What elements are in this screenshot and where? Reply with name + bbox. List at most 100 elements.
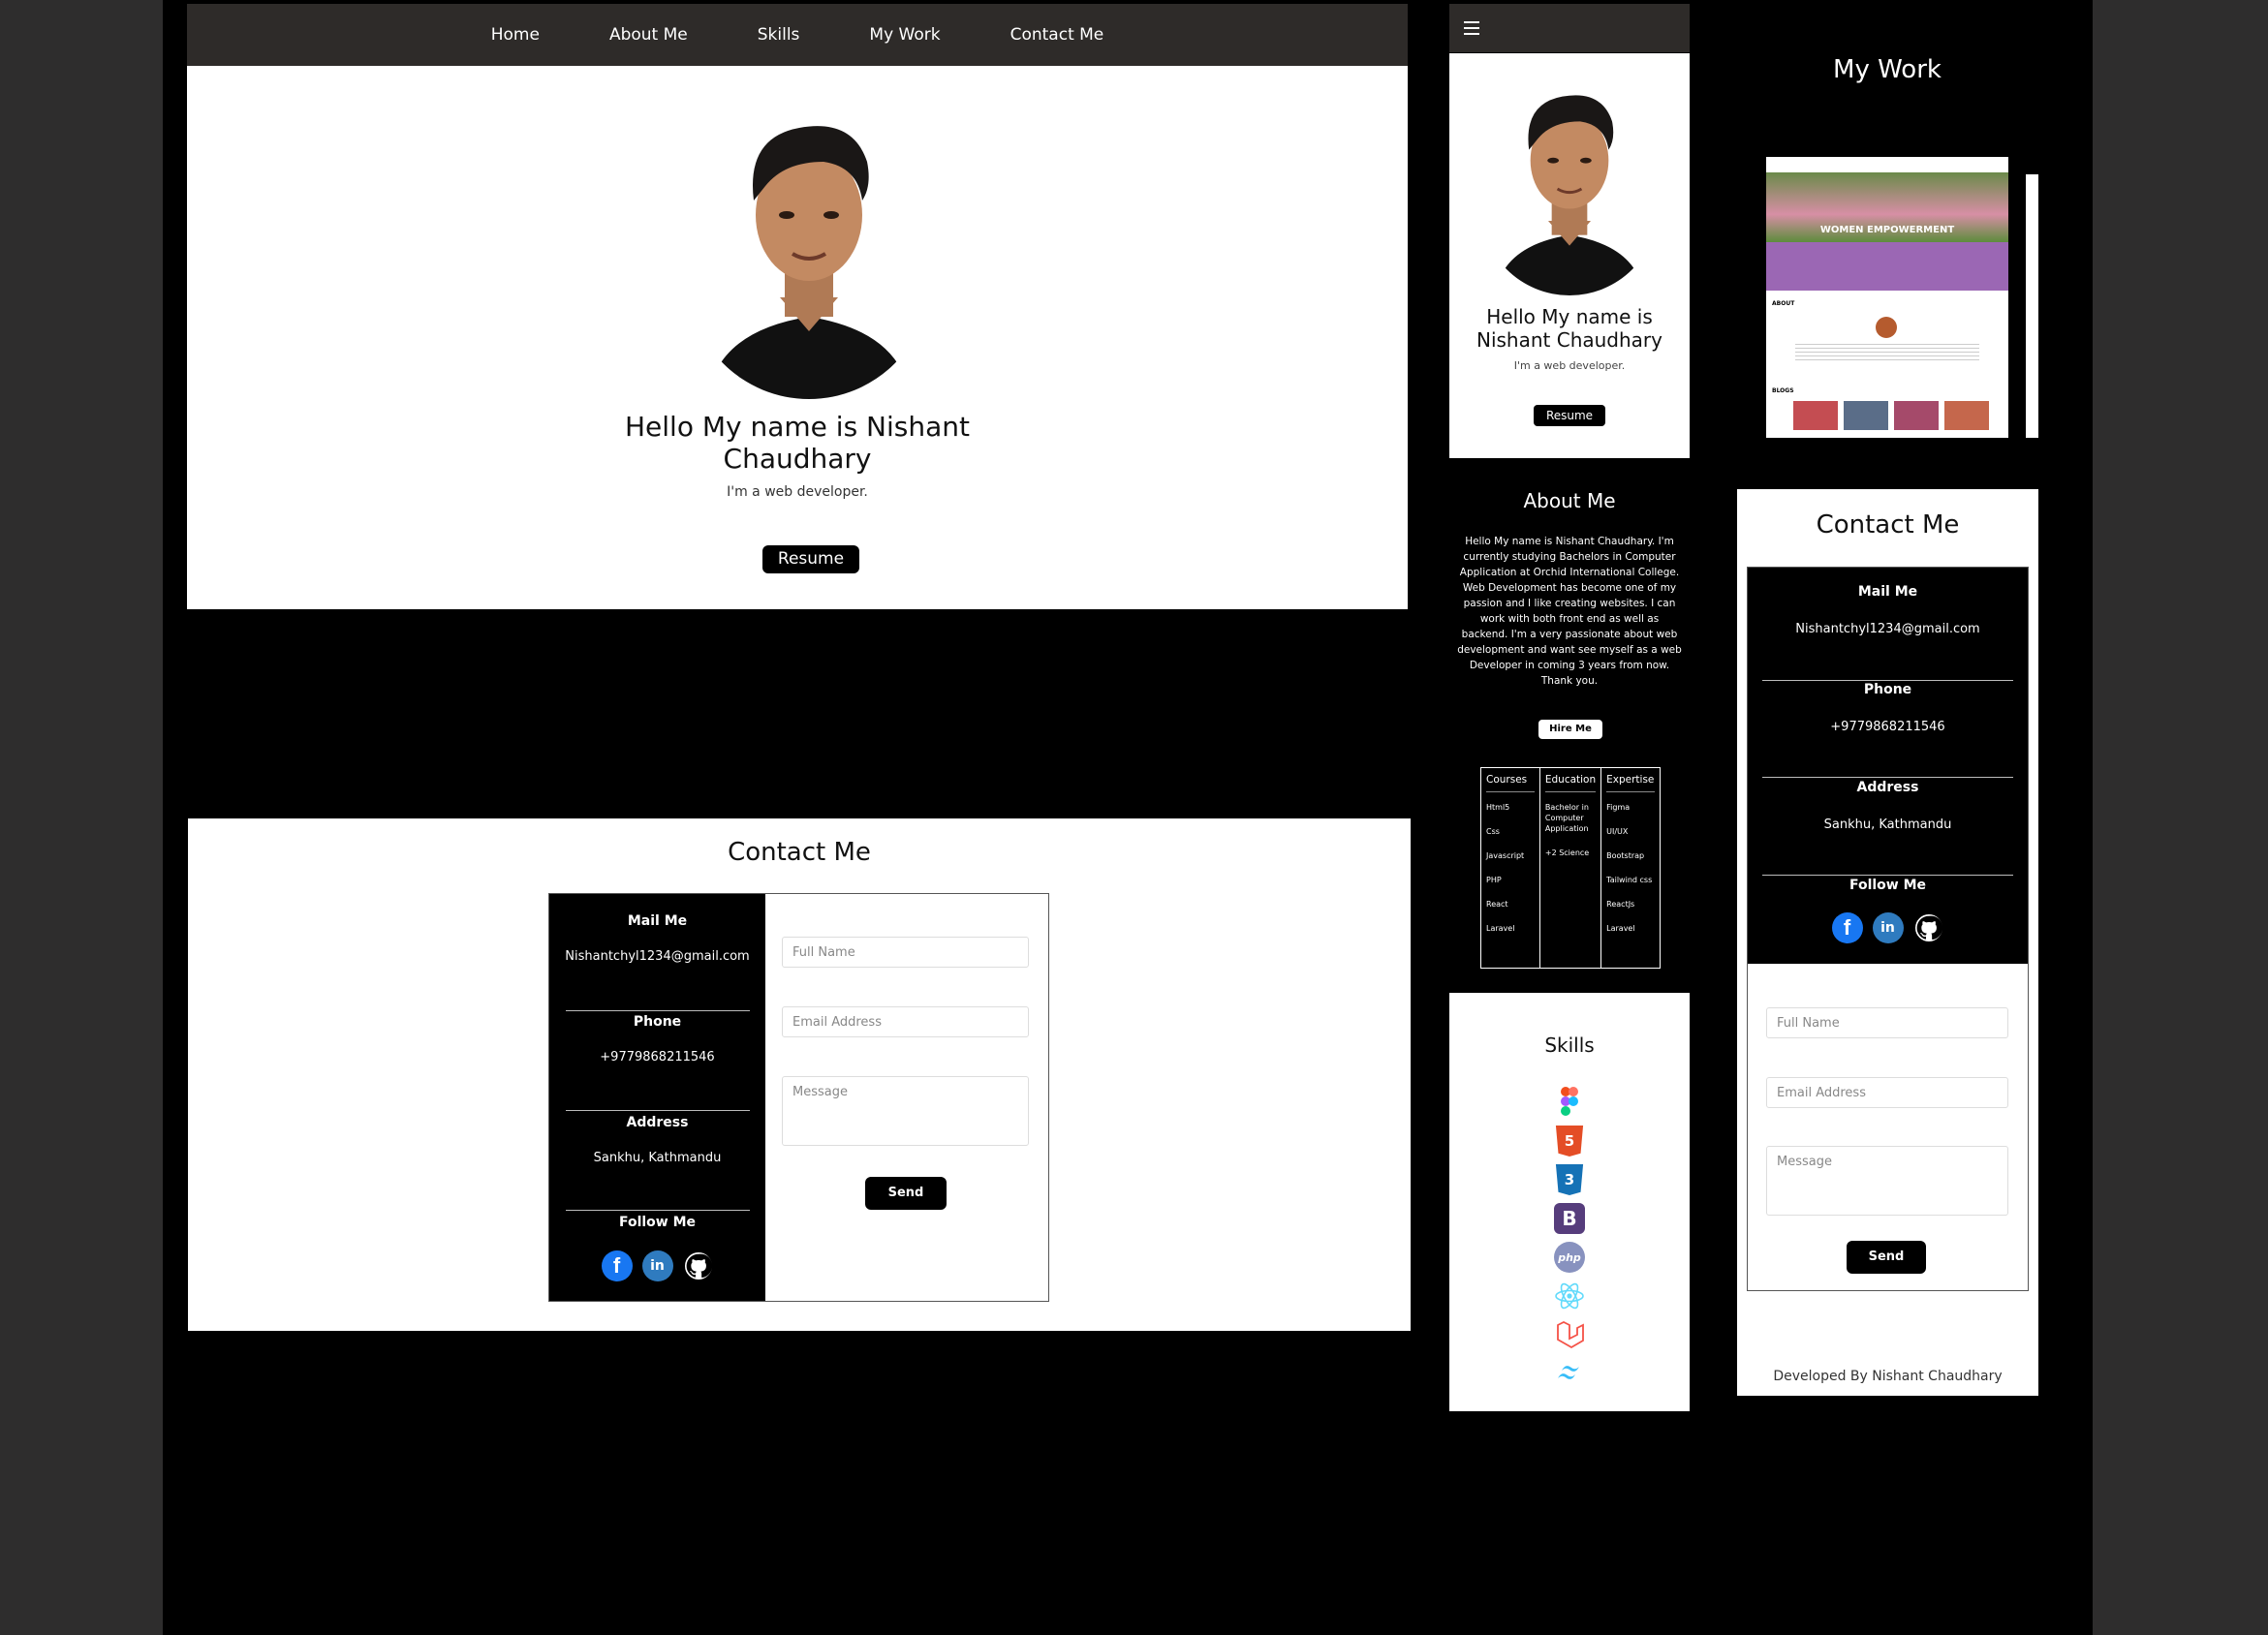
social-links: f in xyxy=(1748,912,2028,943)
hero-role: I'm a web developer. xyxy=(1513,359,1626,372)
mail-heading: Mail Me xyxy=(1857,584,1918,600)
preview-blogs-label: BLOGS xyxy=(1772,387,1794,394)
preview-blog-image xyxy=(1894,401,1939,430)
profile-photo xyxy=(688,126,930,399)
laravel-icon xyxy=(1557,1320,1584,1349)
nav-about[interactable]: About Me xyxy=(575,25,723,45)
divider xyxy=(566,1010,750,1011)
github-icon[interactable] xyxy=(682,1250,714,1281)
facebook-icon[interactable]: f xyxy=(1831,912,1863,943)
full-name-input[interactable]: Full Name xyxy=(1766,1007,2008,1038)
course-item: Css xyxy=(1486,827,1500,836)
nav-my-work[interactable]: My Work xyxy=(834,25,975,45)
tailwind-icon xyxy=(1558,1366,1579,1379)
phone-heading: Phone xyxy=(1863,682,1912,697)
full-name-input[interactable]: Full Name xyxy=(782,937,1029,968)
preview-banner-text: WOMEN EMPOWERMENT xyxy=(1819,225,1955,235)
expertise-item: Bootstrap xyxy=(1606,851,1645,860)
email-input[interactable]: Email Address xyxy=(1766,1077,2008,1108)
github-icon[interactable] xyxy=(1912,912,1944,943)
divider xyxy=(1762,875,2013,876)
preview-blog-image xyxy=(1844,401,1888,430)
mobile-navbar xyxy=(1449,4,1690,52)
message-textarea[interactable]: Message xyxy=(782,1076,1029,1146)
contact-card: Mail Me Nishantchyl1234@gmail.com Phone … xyxy=(548,893,1049,1302)
address-heading: Address xyxy=(1856,780,1919,795)
preview-about-label: ABOUT xyxy=(1772,300,1795,307)
nav-home[interactable]: Home xyxy=(456,25,575,45)
contact-card: Mail Me Nishantchyl1234@gmail.com Phone … xyxy=(1747,567,2029,1291)
course-item: Laravel xyxy=(1486,924,1515,933)
phone-value: +9779868211546 xyxy=(600,1050,715,1064)
expertise-item: ReactJs xyxy=(1606,900,1635,909)
about-title: About Me xyxy=(1523,489,1616,512)
education-item: +2 Science xyxy=(1544,848,1590,857)
courses-column: Courses Html5 Css Javascript PHP React L… xyxy=(1481,768,1540,968)
project-preview-card-next[interactable] xyxy=(2026,174,2038,438)
contact-info-panel: Mail Me Nishantchyl1234@gmail.com Phone … xyxy=(549,894,765,1301)
hero-role: I'm a web developer. xyxy=(727,484,868,500)
bootstrap-icon: B xyxy=(1554,1203,1585,1234)
desktop-navbar: Home About Me Skills My Work Contact Me xyxy=(187,4,1408,66)
expertise-item: Tailwind css xyxy=(1606,876,1653,884)
phone-value: +9779868211546 xyxy=(1830,720,1945,734)
address-heading: Address xyxy=(626,1115,689,1130)
desktop-hero-section: Hello My name is Nishant Chaudhary I'm a… xyxy=(187,66,1408,609)
contact-title: Contact Me xyxy=(728,838,871,867)
figma-icon xyxy=(1561,1087,1578,1116)
hero-greeting: Hello My name is Nishant Chaudhary xyxy=(1476,305,1662,352)
facebook-icon[interactable]: f xyxy=(601,1250,633,1281)
my-work-title: My Work xyxy=(1833,55,1942,84)
contact-title: Contact Me xyxy=(1816,510,1960,540)
preview-text-lines xyxy=(1795,344,1979,361)
skills-title: Skills xyxy=(1544,1033,1595,1057)
address-value: Sankhu, Kathmandu xyxy=(593,1151,722,1165)
linkedin-icon[interactable]: in xyxy=(1872,912,1904,943)
linkedin-icon[interactable]: in xyxy=(641,1250,673,1281)
hero-greeting: Hello My name is Nishant Chaudhary xyxy=(624,411,970,475)
course-item: PHP xyxy=(1486,876,1502,884)
css3-icon: 3 xyxy=(1555,1164,1584,1195)
courses-heading: Courses xyxy=(1486,774,1535,792)
expertise-heading: Expertise xyxy=(1606,774,1655,792)
resume-button[interactable]: Resume xyxy=(762,545,859,573)
course-item: Html5 xyxy=(1486,803,1510,812)
preview-search-band xyxy=(1766,242,2008,291)
divider xyxy=(566,1210,750,1211)
mobile-hero-section: Hello My name is Nishant Chaudhary I'm a… xyxy=(1449,53,1690,458)
hire-me-button[interactable]: Hire Me xyxy=(1538,720,1602,739)
skills-section: Skills 5 3 B php xyxy=(1449,993,1690,1411)
expertise-item: Laravel xyxy=(1606,924,1635,933)
mobile-contact-section: Contact Me Mail Me Nishantchyl1234@gmail… xyxy=(1737,489,2038,1396)
preview-avatar xyxy=(1876,317,1897,338)
desktop-contact-section: Contact Me Mail Me Nishantchyl1234@gmail… xyxy=(188,818,1411,1331)
expertise-item: UI/UX xyxy=(1606,827,1629,836)
profile-photo xyxy=(1480,95,1659,295)
php-icon: php xyxy=(1554,1242,1585,1273)
mail-value: Nishantchyl1234@gmail.com xyxy=(565,949,750,964)
react-icon xyxy=(1555,1282,1584,1310)
send-button[interactable]: Send xyxy=(865,1177,947,1210)
education-column: Education Bachelor in Computer Applicati… xyxy=(1540,768,1602,968)
message-textarea[interactable]: Message xyxy=(1766,1146,2008,1216)
nav-contact[interactable]: Contact Me xyxy=(976,25,1139,45)
preview-header xyxy=(1766,157,2008,172)
project-preview-card[interactable]: WOMEN EMPOWERMENT ABOUT BLOGS xyxy=(1766,157,2008,438)
hamburger-icon[interactable] xyxy=(1464,21,1479,35)
social-links: f in xyxy=(549,1250,765,1281)
expertise-item: Figma xyxy=(1606,803,1631,812)
about-text: Hello My name is Nishant Chaudhary. I'm … xyxy=(1457,536,1682,687)
email-input[interactable]: Email Address xyxy=(782,1006,1029,1037)
education-item: Bachelor in Computer Application xyxy=(1544,803,1589,833)
divider xyxy=(1762,777,2013,778)
course-item: Javascript xyxy=(1486,851,1525,860)
phone-heading: Phone xyxy=(633,1014,682,1030)
send-button[interactable]: Send xyxy=(1847,1241,1926,1274)
education-heading: Education xyxy=(1544,774,1597,792)
course-item: React xyxy=(1486,900,1508,909)
contact-info-panel: Mail Me Nishantchyl1234@gmail.com Phone … xyxy=(1748,568,2028,964)
divider xyxy=(1762,680,2013,681)
divider xyxy=(566,1110,750,1111)
nav-skills[interactable]: Skills xyxy=(723,25,835,45)
resume-button[interactable]: Resume xyxy=(1534,405,1605,426)
